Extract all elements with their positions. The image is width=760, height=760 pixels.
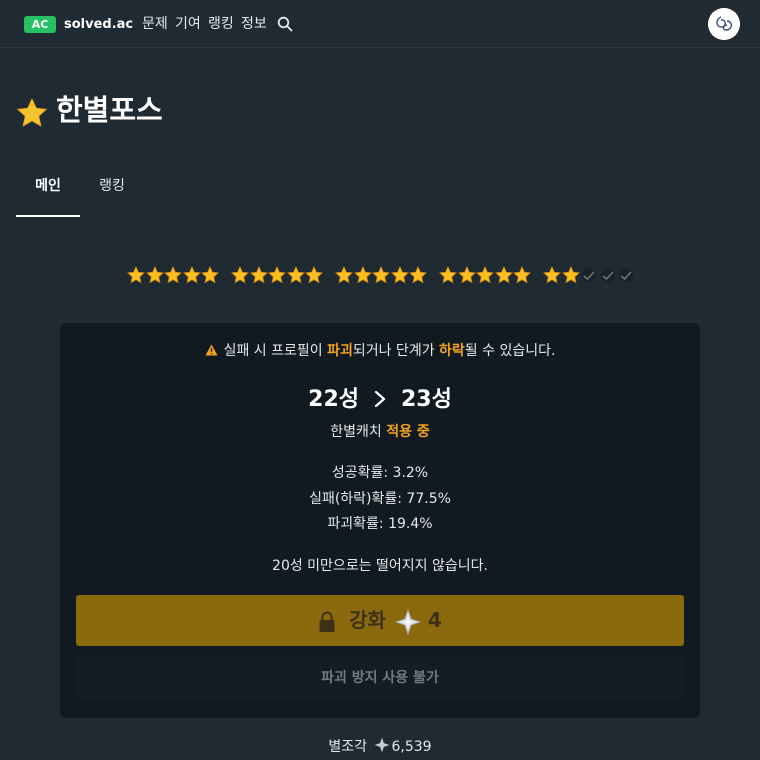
enhance-button[interactable]: 강화 4 [76,595,684,646]
tab-main[interactable]: 메인 [16,177,80,195]
fail-probability: 실패(하락)확률: 77.5% [309,491,451,507]
nav-item-contribute[interactable]: 기여 [175,15,201,33]
catch-status: 한별캐치 적용 중 [0,422,760,442]
chevron-right-icon [374,391,386,407]
brand-name[interactable]: solved.ac [64,16,133,33]
current-level: 22성 [308,387,359,412]
search-icon[interactable] [277,16,293,32]
top-navigation: AC solved.ac 문제 기여 랭킹 정보 [0,0,760,48]
logo-badge[interactable]: AC [24,16,56,33]
star-fragment-balance: 별조각 6,539 [0,737,760,757]
star-filled-icon [390,266,409,284]
star-empty-icon [600,268,615,282]
fragment-value: 6,539 [391,739,432,755]
star-filled-icon [231,266,249,284]
catch-status-value: 적용 중 [386,424,430,440]
page-title: 한별포스 [56,93,163,127]
star-filled-icon [145,266,164,284]
fragment-label: 별조각 [328,739,368,755]
warning-text-2: 되거나 단계가 [352,343,440,359]
star-filled-icon [201,266,220,284]
star-filled-icon [127,266,145,284]
level-transition: 22성 23성 [0,386,760,414]
warning-text-1: 실패 시 프로필이 [223,343,328,359]
star-empty-icon [582,268,597,282]
star-filled-icon [372,266,391,284]
catch-label: 한별캐치 [330,424,387,440]
active-tab-indicator [16,215,80,217]
star-filled-icon [494,266,513,284]
star-filled-icon [561,266,580,284]
warning-destroy: 파괴 [327,343,353,359]
warning-message: 실패 시 프로필이 파괴되거나 단계가 하락될 수 있습니다. [0,340,760,362]
destroy-protection-button[interactable]: 파괴 방지 사용 불가 [76,656,684,700]
star-filled-icon [439,266,457,284]
enhance-label: 강화 [349,608,386,632]
star-icon [16,98,48,127]
star-filled-icon [305,266,324,284]
warning-icon [204,344,218,356]
floor-notice: 20성 미만으로는 떨어지지 않습니다. [272,558,488,574]
fragment-icon [374,737,389,753]
star-filled-icon [164,266,183,284]
star-filled-icon [335,266,353,284]
nav-item-info[interactable]: 정보 [241,15,267,33]
warning-drop: 하락 [439,343,465,359]
star-filled-icon [409,266,428,284]
nav-item-ranking[interactable]: 랭킹 [208,15,234,33]
tab-ranking[interactable]: 랭킹 [80,177,144,195]
star-filled-icon [457,266,476,284]
star-filled-icon [353,266,372,284]
destroy-probability: 파괴확률: 19.4% [327,516,433,532]
star-filled-icon [476,266,495,284]
star-filled-icon [268,266,287,284]
success-probability: 성공확률: 3.2% [331,465,429,481]
star-empty-icon [619,268,634,282]
lock-icon [319,611,335,632]
star-fragment-icon [394,608,422,635]
star-filled-icon [513,266,532,284]
star-filled-icon [249,266,268,284]
star-filled-icon [286,266,305,284]
nav-item-problems[interactable]: 문제 [142,15,168,33]
target-level: 23성 [401,387,452,412]
user-avatar[interactable] [708,8,740,40]
star-filled-icon [543,266,561,284]
warning-text-3: 될 수 있습니다. [464,343,556,359]
star-filled-icon [182,266,201,284]
enhance-cost: 4 [427,608,442,632]
